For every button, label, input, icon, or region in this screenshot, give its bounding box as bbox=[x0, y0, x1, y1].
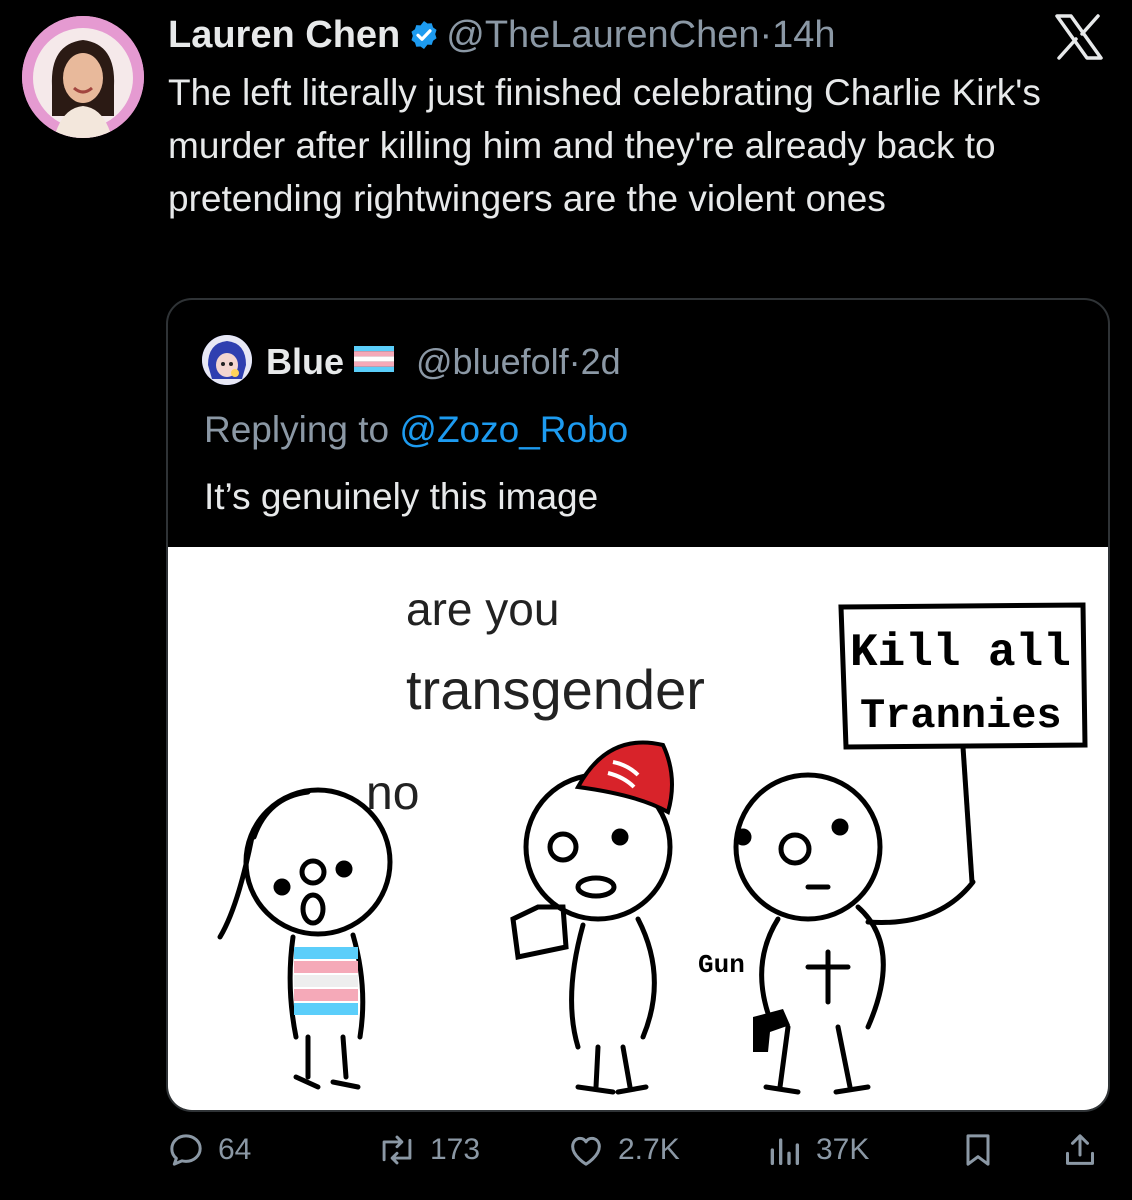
quote-separator: · bbox=[568, 341, 581, 382]
quoted-tweet[interactable]: Blue @bluefolf·2d Replying to @Zozo_Robo … bbox=[166, 298, 1110, 1112]
reporter-cap bbox=[574, 740, 674, 815]
quote-header: Blue @bluefolf·2d bbox=[266, 338, 621, 384]
tweet-time[interactable]: 14h bbox=[772, 14, 835, 56]
verified-badge-icon bbox=[408, 16, 440, 62]
header-separator: · bbox=[759, 14, 773, 56]
figure-protester bbox=[733, 772, 976, 1095]
sign-line2: Trannies bbox=[860, 692, 1062, 740]
quote-text: It’s genuinely this image bbox=[204, 476, 599, 517]
tweet-header: Lauren Chen @TheLaurenChen·14h bbox=[168, 12, 836, 62]
figure-reporter bbox=[510, 772, 673, 1095]
tweet-text: The left literally just finished celebra… bbox=[168, 72, 1041, 219]
quote-author-handle[interactable]: @bluefolf bbox=[416, 341, 569, 382]
quote-time[interactable]: 2d bbox=[581, 341, 621, 382]
author-name[interactable]: Lauren Chen bbox=[168, 14, 400, 56]
sign-line1: Kill all bbox=[850, 627, 1071, 679]
meme-reply: no bbox=[366, 767, 419, 820]
views-button[interactable]: 37K bbox=[764, 1130, 869, 1170]
author-handle[interactable]: @TheLaurenChen bbox=[446, 14, 759, 56]
share-button[interactable] bbox=[1060, 1130, 1100, 1170]
girl-shirt-stripes bbox=[294, 947, 358, 1015]
tweet-actions: 64 173 2.7K 37K bbox=[0, 1130, 1132, 1186]
figure-girl bbox=[217, 787, 393, 1090]
bookmark-icon bbox=[966, 1134, 990, 1166]
share-icon bbox=[1066, 1134, 1094, 1165]
replying-prefix: Replying to bbox=[204, 409, 400, 450]
like-button[interactable]: 2.7K bbox=[566, 1130, 680, 1170]
reply-icon bbox=[170, 1134, 202, 1166]
author-avatar[interactable] bbox=[22, 16, 144, 138]
repost-button[interactable]: 173 bbox=[376, 1130, 480, 1170]
replying-mention[interactable]: @Zozo_Robo bbox=[399, 409, 628, 450]
repost-count: 173 bbox=[430, 1133, 481, 1166]
trans-flag-icon bbox=[354, 338, 395, 382]
bookmark-button[interactable] bbox=[958, 1130, 998, 1170]
meme-caption-line2: transgender bbox=[406, 658, 705, 721]
views-icon bbox=[770, 1138, 799, 1165]
replying-to: Replying to @Zozo_Robo bbox=[204, 406, 628, 454]
quote-author-avatar[interactable] bbox=[202, 335, 252, 385]
meme-caption-line1: are you bbox=[406, 583, 559, 635]
meme-image[interactable]: are you transgender no Kill all Trannies bbox=[168, 547, 1108, 1110]
views-count: 37K bbox=[816, 1133, 870, 1166]
gun-label: Gun bbox=[698, 950, 745, 980]
x-logo-icon bbox=[1054, 14, 1104, 65]
quote-author-name[interactable]: Blue bbox=[266, 341, 344, 382]
reply-count: 64 bbox=[218, 1133, 252, 1166]
heart-icon bbox=[571, 1136, 601, 1166]
like-count: 2.7K bbox=[618, 1133, 680, 1166]
repost-icon bbox=[382, 1135, 412, 1165]
reply-button[interactable]: 64 bbox=[166, 1130, 251, 1170]
